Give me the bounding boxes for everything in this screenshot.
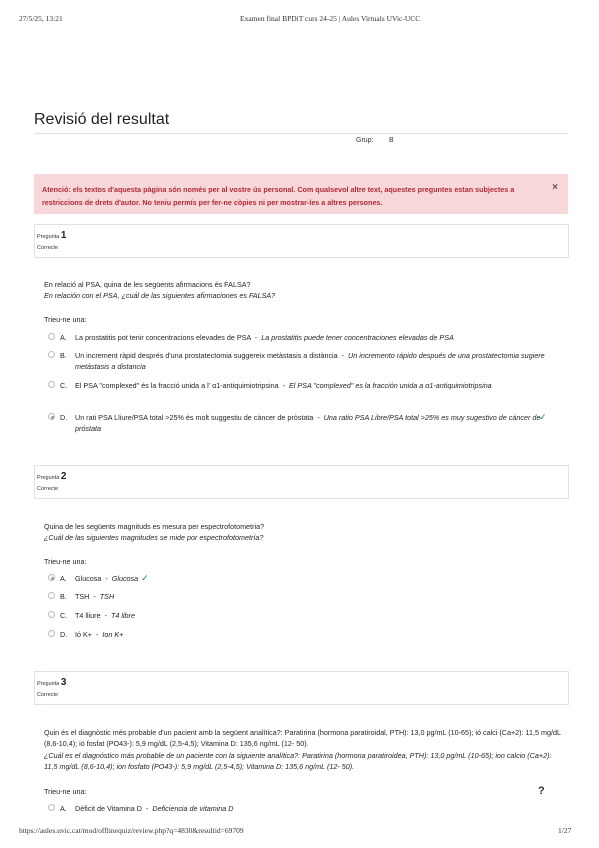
question-text-ca: En relació al PSA, quina de les següents… — [44, 280, 251, 289]
alert-text: Atenció: els textos d'aquesta pàgina són… — [42, 185, 515, 207]
radio-button[interactable] — [48, 381, 55, 388]
answer-text: Dèficit de Vitamina D - Deficiencia de v… — [75, 804, 234, 813]
answer-text: El PSA "complexed" és la fracció unida a… — [75, 381, 492, 390]
answer-text: T4 lliure - T4 libre — [75, 611, 135, 620]
answer-prompt: Trieu-ne una: — [44, 315, 87, 324]
question-info-1: Pregunta 1 Correcte — [34, 224, 569, 258]
print-datetime: 27/5/25, 13:21 — [19, 14, 63, 23]
question-text-es: En relación con el PSA, ¿cuál de las sig… — [44, 291, 276, 300]
answer-letter: B. — [60, 592, 67, 601]
page-title: Revisió del resultat — [34, 111, 170, 128]
question-state: Correcte — [37, 486, 59, 492]
question-state: Correcte — [37, 245, 59, 251]
help-icon[interactable]: ? — [538, 785, 545, 797]
question-number: Pregunta 2 — [37, 471, 67, 482]
answer-letter: C. — [60, 381, 68, 390]
radio-button[interactable] — [48, 333, 55, 340]
answer-letter: B. — [60, 351, 67, 360]
question-text-ca: Quina de les següents magnituds es mesur… — [44, 522, 265, 531]
answer-prompt: Trieu-ne una: — [44, 557, 87, 566]
radio-button-checked[interactable] — [48, 413, 55, 420]
answer-text: Un increment ràpid després d'una prostat… — [75, 351, 545, 371]
close-icon[interactable]: × — [552, 182, 558, 193]
answer-text: Ió K+ - Ion K+ — [75, 630, 124, 639]
answer-letter: C. — [60, 611, 68, 620]
question-number: Pregunta 1 — [37, 230, 67, 241]
radio-button[interactable] — [48, 804, 55, 811]
answer-text: Un rati PSA Lliure/PSA total >25% és mol… — [75, 413, 541, 433]
question-text-es: ¿Cuál es el diagnóstico más probable de … — [44, 751, 552, 771]
question-info-3: Pregunta 3 Correcte — [34, 671, 569, 705]
question-number: Pregunta 3 — [37, 677, 67, 688]
group-label: Grup: — [356, 137, 374, 144]
answer-letter: D. — [60, 413, 68, 422]
answer-letter: A. — [60, 574, 67, 583]
title-divider — [34, 133, 568, 134]
answer-text: TSH - TSH — [75, 592, 115, 601]
answer-prompt: Trieu-ne una: — [44, 787, 87, 796]
radio-button[interactable] — [48, 630, 55, 637]
check-icon: ✓ — [539, 412, 547, 422]
group-value: B — [389, 137, 394, 144]
radio-button[interactable] — [48, 611, 55, 618]
print-doc-title: Examen final BPDiT curs 24-25 | Aules Vi… — [240, 14, 421, 23]
radio-button[interactable] — [48, 351, 55, 358]
question-text-es: ¿Cuál de las siguientes magnitudes se mi… — [44, 533, 264, 542]
check-icon: ✓ — [141, 573, 149, 583]
answer-text: La prostatitis pot tenir concentracions … — [75, 333, 454, 342]
answer-letter: A. — [60, 804, 67, 813]
answer-text: Glucosa - Glucosa ✓ — [75, 573, 149, 583]
radio-button[interactable] — [48, 592, 55, 599]
question-info-2: Pregunta 2 Correcte — [34, 465, 569, 499]
print-page-number: 1/27 — [558, 826, 572, 835]
answer-letter: D. — [60, 630, 68, 639]
radio-button-checked[interactable] — [48, 574, 55, 581]
answer-letter: A. — [60, 333, 67, 342]
print-url: https://aules.uvic.cat/mod/offlinequiz/r… — [19, 826, 244, 835]
question-text-ca: Quin és el diagnòstic més probable d'un … — [44, 728, 561, 748]
copyright-alert: Atenció: els textos d'aquesta pàgina són… — [34, 174, 568, 214]
question-state: Correcte — [37, 692, 59, 698]
